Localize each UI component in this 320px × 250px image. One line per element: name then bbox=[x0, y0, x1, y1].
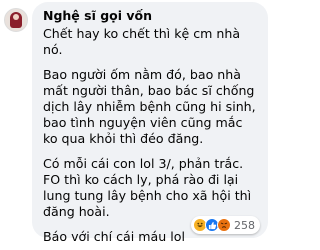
reaction-count: 258 bbox=[234, 218, 255, 232]
avatar-face bbox=[13, 14, 19, 20]
comment-paragraph-3: Có mỗi cái con lol 3/, phản trắc. FO thì… bbox=[43, 156, 252, 219]
comment-bubble: Nghệ sĩ gọi vốn Chết hay ko chết thì kệ … bbox=[32, 2, 268, 244]
reaction-summary[interactable]: 258 bbox=[191, 216, 260, 234]
author-avatar[interactable] bbox=[4, 8, 28, 32]
angry-icon bbox=[217, 218, 231, 232]
comment-paragraph-1: Chết hay ko chết thì kệ cm nhà nó. bbox=[43, 26, 241, 57]
author-name[interactable]: Nghệ sĩ gọi vốn bbox=[43, 8, 258, 24]
comment-paragraph-2: Bao người ốm nằm đó, bao nhà mất người t… bbox=[43, 67, 256, 146]
